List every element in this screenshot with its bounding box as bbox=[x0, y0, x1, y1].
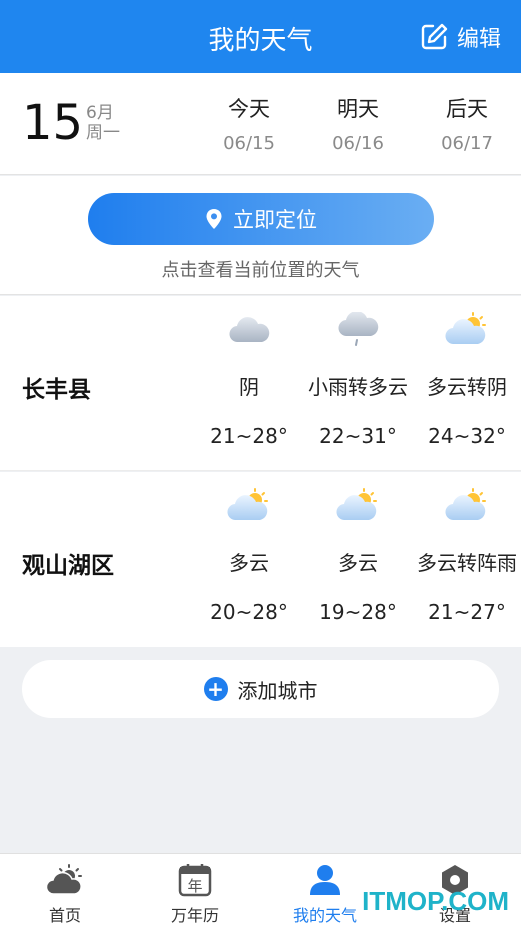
add-city-label: 添加城市 bbox=[237, 678, 318, 703]
weather-home-icon bbox=[0, 862, 130, 898]
month-label: 6月 bbox=[86, 103, 114, 123]
forecast-temp: 24~32° bbox=[428, 424, 506, 448]
tab-calendar[interactable]: 年 万年历 bbox=[130, 862, 260, 926]
forecast-day: 多云 19~28° bbox=[304, 484, 412, 624]
forecast-condition: 阴 bbox=[239, 375, 259, 399]
forecast-condition: 多云 bbox=[229, 551, 269, 575]
cloud-icon bbox=[195, 308, 303, 352]
day-date: 06/17 bbox=[441, 133, 493, 154]
forecast-condition: 多云转阴 bbox=[427, 375, 507, 399]
city-name: 观山湖区 bbox=[22, 553, 114, 579]
watermark-text: ITMOP.COM bbox=[362, 886, 509, 916]
partly-cloudy-icon bbox=[413, 308, 521, 352]
locate-button-label: 立即定位 bbox=[233, 208, 317, 232]
svg-text:年: 年 bbox=[187, 877, 202, 895]
edit-button[interactable]: 编辑 bbox=[419, 21, 501, 53]
locate-button[interactable]: 立即定位 bbox=[88, 193, 434, 245]
partly-cloudy-icon bbox=[413, 484, 521, 528]
forecast-temp: 22~31° bbox=[319, 424, 397, 448]
location-pin-icon bbox=[206, 209, 222, 229]
day-number: 15 bbox=[22, 95, 84, 151]
day-column-today: 今天 06/15 bbox=[194, 93, 304, 154]
day-column-after: 后天 06/17 bbox=[412, 93, 521, 154]
city-card[interactable]: 长丰县 阴 21~28° 小雨转多云 22~31° 多云转阴 24~32° bbox=[0, 296, 521, 471]
day-name: 后天 bbox=[446, 97, 488, 121]
tab-home[interactable]: 首页 bbox=[0, 862, 130, 926]
app-header: 我的天气 编辑 bbox=[0, 0, 521, 73]
add-city-button[interactable]: + 添加城市 bbox=[22, 660, 499, 718]
calendar-icon: 年 bbox=[130, 862, 260, 898]
city-card[interactable]: 观山湖区 多云 20~28° 多云 19~28° 多云转阵雨 21~27° bbox=[0, 472, 521, 647]
month-weekday: 6月 周一 bbox=[86, 103, 120, 143]
date-bar: 15 6月 周一 今天 06/15 明天 06/16 后天 06/17 bbox=[0, 73, 521, 175]
forecast-condition: 多云 bbox=[338, 551, 378, 575]
forecast-day: 多云转阴 24~32° bbox=[413, 308, 521, 448]
forecast-temp: 20~28° bbox=[210, 600, 288, 624]
city-name: 长丰县 bbox=[22, 377, 91, 403]
forecast-day: 阴 21~28° bbox=[195, 308, 303, 448]
day-column-tomorrow: 明天 06/16 bbox=[303, 93, 413, 154]
rain-cloud-icon bbox=[304, 308, 412, 352]
forecast-temp: 19~28° bbox=[319, 600, 397, 624]
partly-cloudy-icon bbox=[304, 484, 412, 528]
partly-cloudy-icon bbox=[195, 484, 303, 528]
edit-icon bbox=[421, 23, 448, 50]
day-date: 06/16 bbox=[332, 133, 384, 154]
weekday-label: 周一 bbox=[86, 123, 120, 143]
plus-icon: + bbox=[203, 677, 228, 701]
forecast-condition: 小雨转多云 bbox=[308, 375, 408, 399]
tab-label: 首页 bbox=[48, 906, 81, 925]
edit-label: 编辑 bbox=[456, 27, 501, 52]
locate-section: 立即定位 点击查看当前位置的天气 bbox=[0, 176, 521, 295]
forecast-condition: 多云转阵雨 bbox=[417, 551, 517, 575]
forecast-temp: 21~28° bbox=[210, 424, 288, 448]
day-name: 明天 bbox=[337, 97, 379, 121]
locate-hint: 点击查看当前位置的天气 bbox=[161, 260, 360, 281]
forecast-day: 多云转阵雨 21~27° bbox=[413, 484, 521, 624]
day-name: 今天 bbox=[228, 97, 270, 121]
tab-label: 万年历 bbox=[170, 906, 219, 925]
forecast-temp: 21~27° bbox=[428, 600, 506, 624]
forecast-day: 小雨转多云 22~31° bbox=[304, 308, 412, 448]
forecast-day: 多云 20~28° bbox=[195, 484, 303, 624]
day-date: 06/15 bbox=[223, 133, 275, 154]
